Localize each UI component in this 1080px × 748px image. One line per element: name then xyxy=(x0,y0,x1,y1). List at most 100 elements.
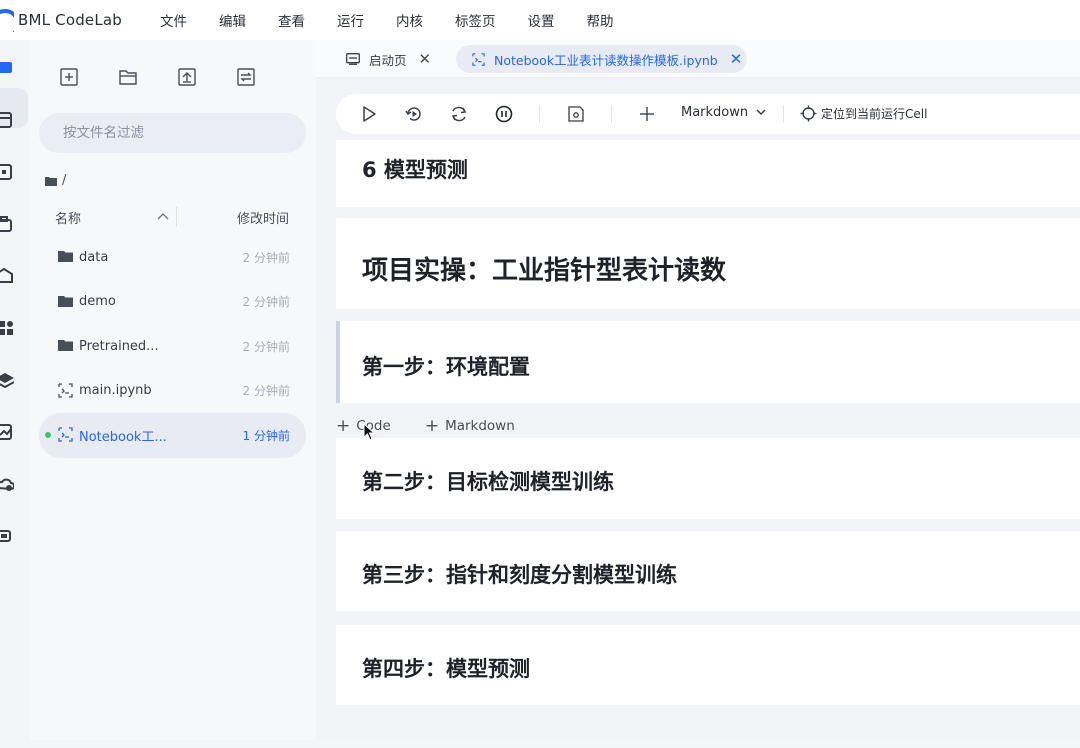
folder-icon xyxy=(58,340,73,351)
notebook-icon xyxy=(472,52,485,66)
menu-run[interactable]: 运行 xyxy=(337,10,364,30)
cell-heading: 第二步：目标检测模型训练 xyxy=(362,470,614,494)
menu-settings[interactable]: 设置 xyxy=(528,10,555,30)
toolbar-divider xyxy=(611,105,612,123)
cell-type-value: Markdown xyxy=(681,105,749,120)
new-file-icon[interactable] xyxy=(60,68,78,86)
cell-type-select[interactable]: Markdown xyxy=(681,105,766,120)
layers-icon[interactable] xyxy=(0,372,14,388)
app-title: BML CodeLab xyxy=(18,11,123,29)
running-indicator xyxy=(45,432,51,439)
tab-launcher[interactable]: 启动页 ✕ xyxy=(346,45,431,73)
run-all-icon[interactable] xyxy=(405,105,423,123)
logo-icon xyxy=(0,8,14,32)
file-browser: / 名称 修改时间 data 2 分钟前 demo 2 分钟前 Pretrain… xyxy=(30,40,316,748)
file-name: data xyxy=(79,249,109,265)
file-list-header: 名称 修改时间 xyxy=(55,207,295,228)
markdown-cell[interactable]: 项目实操：工业指针型表计读数 xyxy=(336,218,1080,309)
upload-icon[interactable] xyxy=(178,68,196,86)
mouse-cursor-icon xyxy=(363,423,375,441)
notebook-icon xyxy=(58,382,73,398)
notebook-icon xyxy=(58,427,73,442)
menu-file[interactable]: 文件 xyxy=(160,10,187,30)
breadcrumb-path: / xyxy=(62,173,67,188)
notebook-toolbar: Markdown 定位到当前运行Cell xyxy=(336,94,1080,134)
save-icon[interactable] xyxy=(567,105,585,123)
chip-icon[interactable] xyxy=(0,528,14,544)
add-markdown-cell-button[interactable]: + Markdown xyxy=(425,416,515,436)
folder-icon xyxy=(58,251,73,262)
toolbox-icon[interactable] xyxy=(0,216,14,232)
file-row-data[interactable]: data 2 分钟前 xyxy=(39,235,306,280)
apps-icon[interactable] xyxy=(0,320,14,336)
breadcrumb[interactable]: / xyxy=(45,173,66,188)
column-name-header[interactable]: 名称 xyxy=(55,208,81,227)
file-modified-time: 2 分钟前 xyxy=(242,295,290,310)
interrupt-icon[interactable] xyxy=(495,105,513,123)
file-modified-time: 2 分钟前 xyxy=(242,339,290,354)
add-markdown-label: Markdown xyxy=(445,418,515,434)
new-folder-icon[interactable] xyxy=(119,68,137,86)
chevron-down-icon xyxy=(756,109,766,116)
menu-edit[interactable]: 编辑 xyxy=(219,10,246,30)
tab-notebook[interactable]: Notebook工业表计读数操作模板.ipynb ✕ xyxy=(456,45,747,73)
crosshair-icon xyxy=(800,105,817,122)
add-cell-icon[interactable] xyxy=(638,105,656,123)
refresh-files-icon[interactable] xyxy=(237,68,255,86)
menu-view[interactable]: 查看 xyxy=(278,10,305,30)
restart-icon[interactable] xyxy=(450,105,468,123)
cell-heading: 第一步：环境配置 xyxy=(362,355,530,379)
file-name: demo xyxy=(79,294,116,310)
cell-heading: 6 模型预测 xyxy=(362,158,468,182)
toolbar-divider xyxy=(539,105,540,123)
file-filter-input[interactable] xyxy=(39,113,306,153)
run-icon[interactable] xyxy=(360,105,378,123)
browser-icon[interactable] xyxy=(0,112,14,128)
tab-label: 启动页 xyxy=(369,52,407,68)
file-name: Notebook工... xyxy=(79,429,167,445)
markdown-cell[interactable]: 6 模型预测 xyxy=(336,140,1080,207)
markdown-cell[interactable]: 第二步：目标检测模型训练 xyxy=(336,438,1080,519)
close-icon[interactable]: ✕ xyxy=(419,50,432,68)
file-toolbar xyxy=(60,68,255,86)
file-row-demo[interactable]: demo 2 分钟前 xyxy=(39,280,306,325)
locate-running-cell-button[interactable]: 定位到当前运行Cell xyxy=(800,105,927,122)
cell-heading: 项目实操：工业指针型表计读数 xyxy=(362,256,727,286)
locate-label: 定位到当前运行Cell xyxy=(821,107,928,121)
app-logo: BML CodeLab xyxy=(0,8,122,32)
notebook-area: 启动页 ✕ Notebook工业表计读数操作模板.ipynb ✕ Markdow… xyxy=(316,40,1080,748)
tab-label: Notebook工业表计读数操作模板.ipynb xyxy=(494,52,718,68)
mail-icon[interactable] xyxy=(0,268,14,284)
menu-help[interactable]: 帮助 xyxy=(587,10,614,30)
file-name: Pretrained... xyxy=(79,338,159,354)
terminal-icon[interactable] xyxy=(0,164,14,180)
markdown-cell[interactable]: 第三步：指针和刻度分割模型训练 xyxy=(336,531,1080,611)
cloud-icon[interactable] xyxy=(0,476,14,492)
folder-icon[interactable] xyxy=(0,60,14,76)
menu-bar: BML CodeLab 文件 编辑 查看 运行 内核 标签页 设置 帮助 xyxy=(0,0,1080,40)
file-row-pretrained[interactable]: Pretrained... 2 分钟前 xyxy=(39,324,306,369)
markdown-cell-selected[interactable]: 第一步：环境配置 xyxy=(336,321,1080,403)
file-modified-time: 2 分钟前 xyxy=(242,384,290,399)
file-modified-time: 2 分钟前 xyxy=(242,250,290,265)
markdown-cell[interactable]: 第四步：模型预测 xyxy=(336,625,1080,705)
menu-tabs[interactable]: 标签页 xyxy=(455,10,496,30)
file-row-main-ipynb[interactable]: main.ipynb 2 分钟前 xyxy=(39,369,306,414)
toolbar-divider xyxy=(783,105,784,123)
column-time-header[interactable]: 修改时间 xyxy=(237,208,289,227)
file-modified-time: 1 分钟前 xyxy=(242,428,290,443)
file-row-notebook-active[interactable]: Notebook工... 1 分钟前 xyxy=(39,413,306,458)
sort-ascending-icon[interactable] xyxy=(157,210,169,223)
cell-heading: 第三步：指针和刻度分割模型训练 xyxy=(362,563,677,587)
column-divider xyxy=(176,207,177,227)
launcher-icon xyxy=(346,53,360,65)
chart-icon[interactable] xyxy=(0,424,14,440)
status-bar xyxy=(0,740,1080,748)
close-icon[interactable]: ✕ xyxy=(730,50,743,68)
menu-kernel[interactable]: 内核 xyxy=(396,10,423,30)
tab-bar: 启动页 ✕ Notebook工业表计读数操作模板.ipynb ✕ xyxy=(316,40,1080,78)
cell-heading: 第四步：模型预测 xyxy=(362,657,530,681)
folder-small-icon xyxy=(45,176,57,186)
main-menu: 文件 编辑 查看 运行 内核 标签页 设置 帮助 xyxy=(160,10,646,30)
folder-icon xyxy=(58,295,73,307)
